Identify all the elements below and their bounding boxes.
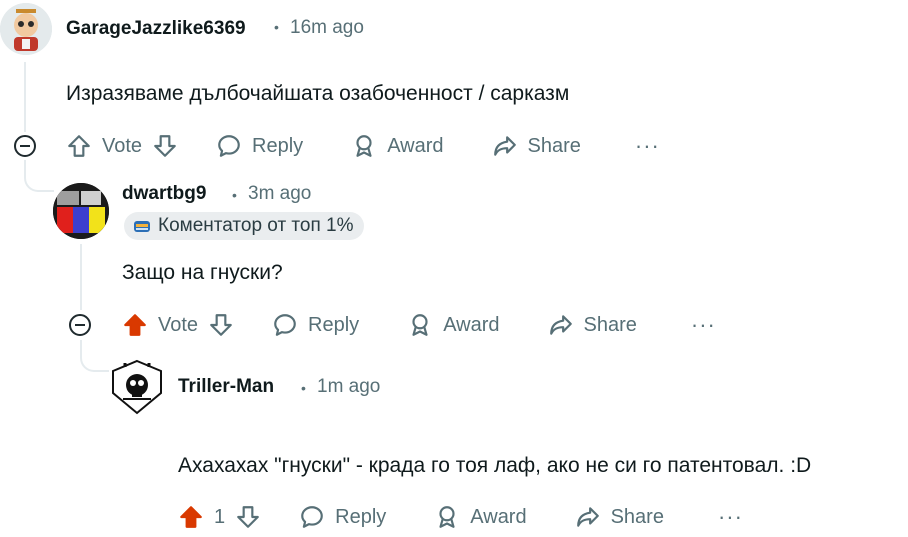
flair-badge-icon <box>134 221 150 232</box>
downvote-icon[interactable] <box>235 504 261 530</box>
comment-bubble-icon <box>301 506 323 528</box>
downvote-icon[interactable] <box>208 312 234 338</box>
avatar[interactable] <box>0 3 52 55</box>
timestamp[interactable]: 3m ago <box>248 183 311 205</box>
flair-text: Коментатор от топ 1% <box>158 215 354 236</box>
share-button[interactable]: Share <box>548 312 637 338</box>
comment-bubble-icon <box>218 135 240 157</box>
thread-elbow <box>80 340 110 372</box>
award-button[interactable]: Award <box>407 312 500 338</box>
username[interactable]: Triller-Man <box>178 376 274 398</box>
comment-text: Ахахахах "гнуски" - крада го тоя лаф, ак… <box>178 454 812 477</box>
reply-label: Reply <box>308 313 360 336</box>
avatar-image <box>53 183 109 239</box>
share-button[interactable]: Share <box>492 133 581 159</box>
action-bar: Vote Reply Award Share ··· <box>122 305 716 345</box>
share-button[interactable]: Share <box>575 504 664 530</box>
award-button[interactable]: Award <box>434 504 527 530</box>
more-options-icon[interactable]: ··· <box>635 133 660 159</box>
reply-button[interactable]: Reply <box>216 133 303 159</box>
vote-label: Vote <box>102 134 143 157</box>
reply-button[interactable]: Reply <box>299 504 386 530</box>
share-label: Share <box>527 134 581 157</box>
upvote-icon[interactable] <box>122 312 148 338</box>
share-label: Share <box>583 313 637 336</box>
share-icon <box>576 507 599 527</box>
award-button[interactable]: Award <box>351 133 444 159</box>
award-icon <box>439 506 455 528</box>
timestamp[interactable]: 16m ago <box>290 17 364 39</box>
vote-group: Vote <box>66 133 178 159</box>
thread-line <box>80 244 82 310</box>
vote-group: Vote <box>122 312 234 338</box>
avatar-image <box>112 359 162 415</box>
collapse-button[interactable] <box>14 135 36 157</box>
user-flair: Коментатор от топ 1% <box>124 212 364 240</box>
upvote-icon[interactable] <box>66 133 92 159</box>
downvote-icon[interactable] <box>152 133 178 159</box>
award-icon <box>356 135 372 157</box>
action-bar: 1 Reply Award Share ··· <box>178 497 743 537</box>
vote-group: 1 <box>178 504 261 530</box>
avatar-image <box>0 3 52 55</box>
collapse-button[interactable] <box>69 314 91 336</box>
separator-dot: • <box>274 19 279 35</box>
separator-dot: • <box>301 380 306 396</box>
share-label: Share <box>610 505 664 528</box>
reply-button[interactable]: Reply <box>272 312 359 338</box>
separator-dot: • <box>232 187 237 203</box>
action-bar: Vote Reply Award Share ··· <box>66 126 660 166</box>
more-options-icon[interactable]: ··· <box>718 504 743 530</box>
username[interactable]: dwartbg9 <box>122 183 206 205</box>
vote-count: 1 <box>214 505 226 528</box>
thread-elbow <box>24 160 54 192</box>
username[interactable]: GarageJazzlike6369 <box>66 18 246 40</box>
comment-bubble-icon <box>274 314 296 336</box>
reply-label: Reply <box>335 505 387 528</box>
more-options-icon[interactable]: ··· <box>691 312 716 338</box>
avatar[interactable] <box>53 183 109 239</box>
award-label: Award <box>387 134 444 157</box>
award-label: Award <box>470 505 527 528</box>
vote-label: Vote <box>158 313 199 336</box>
award-icon <box>412 314 428 336</box>
award-label: Award <box>443 313 500 336</box>
comment-text: Изразяваме дълбочайшата озабоченност / с… <box>66 82 570 105</box>
timestamp[interactable]: 1m ago <box>317 376 380 398</box>
share-icon <box>493 136 516 156</box>
upvote-icon[interactable] <box>178 504 204 530</box>
reply-label: Reply <box>252 134 304 157</box>
comment-text: Защо на гнуски? <box>122 261 283 284</box>
avatar[interactable] <box>109 359 165 415</box>
share-icon <box>549 315 572 335</box>
thread-line <box>24 62 26 132</box>
